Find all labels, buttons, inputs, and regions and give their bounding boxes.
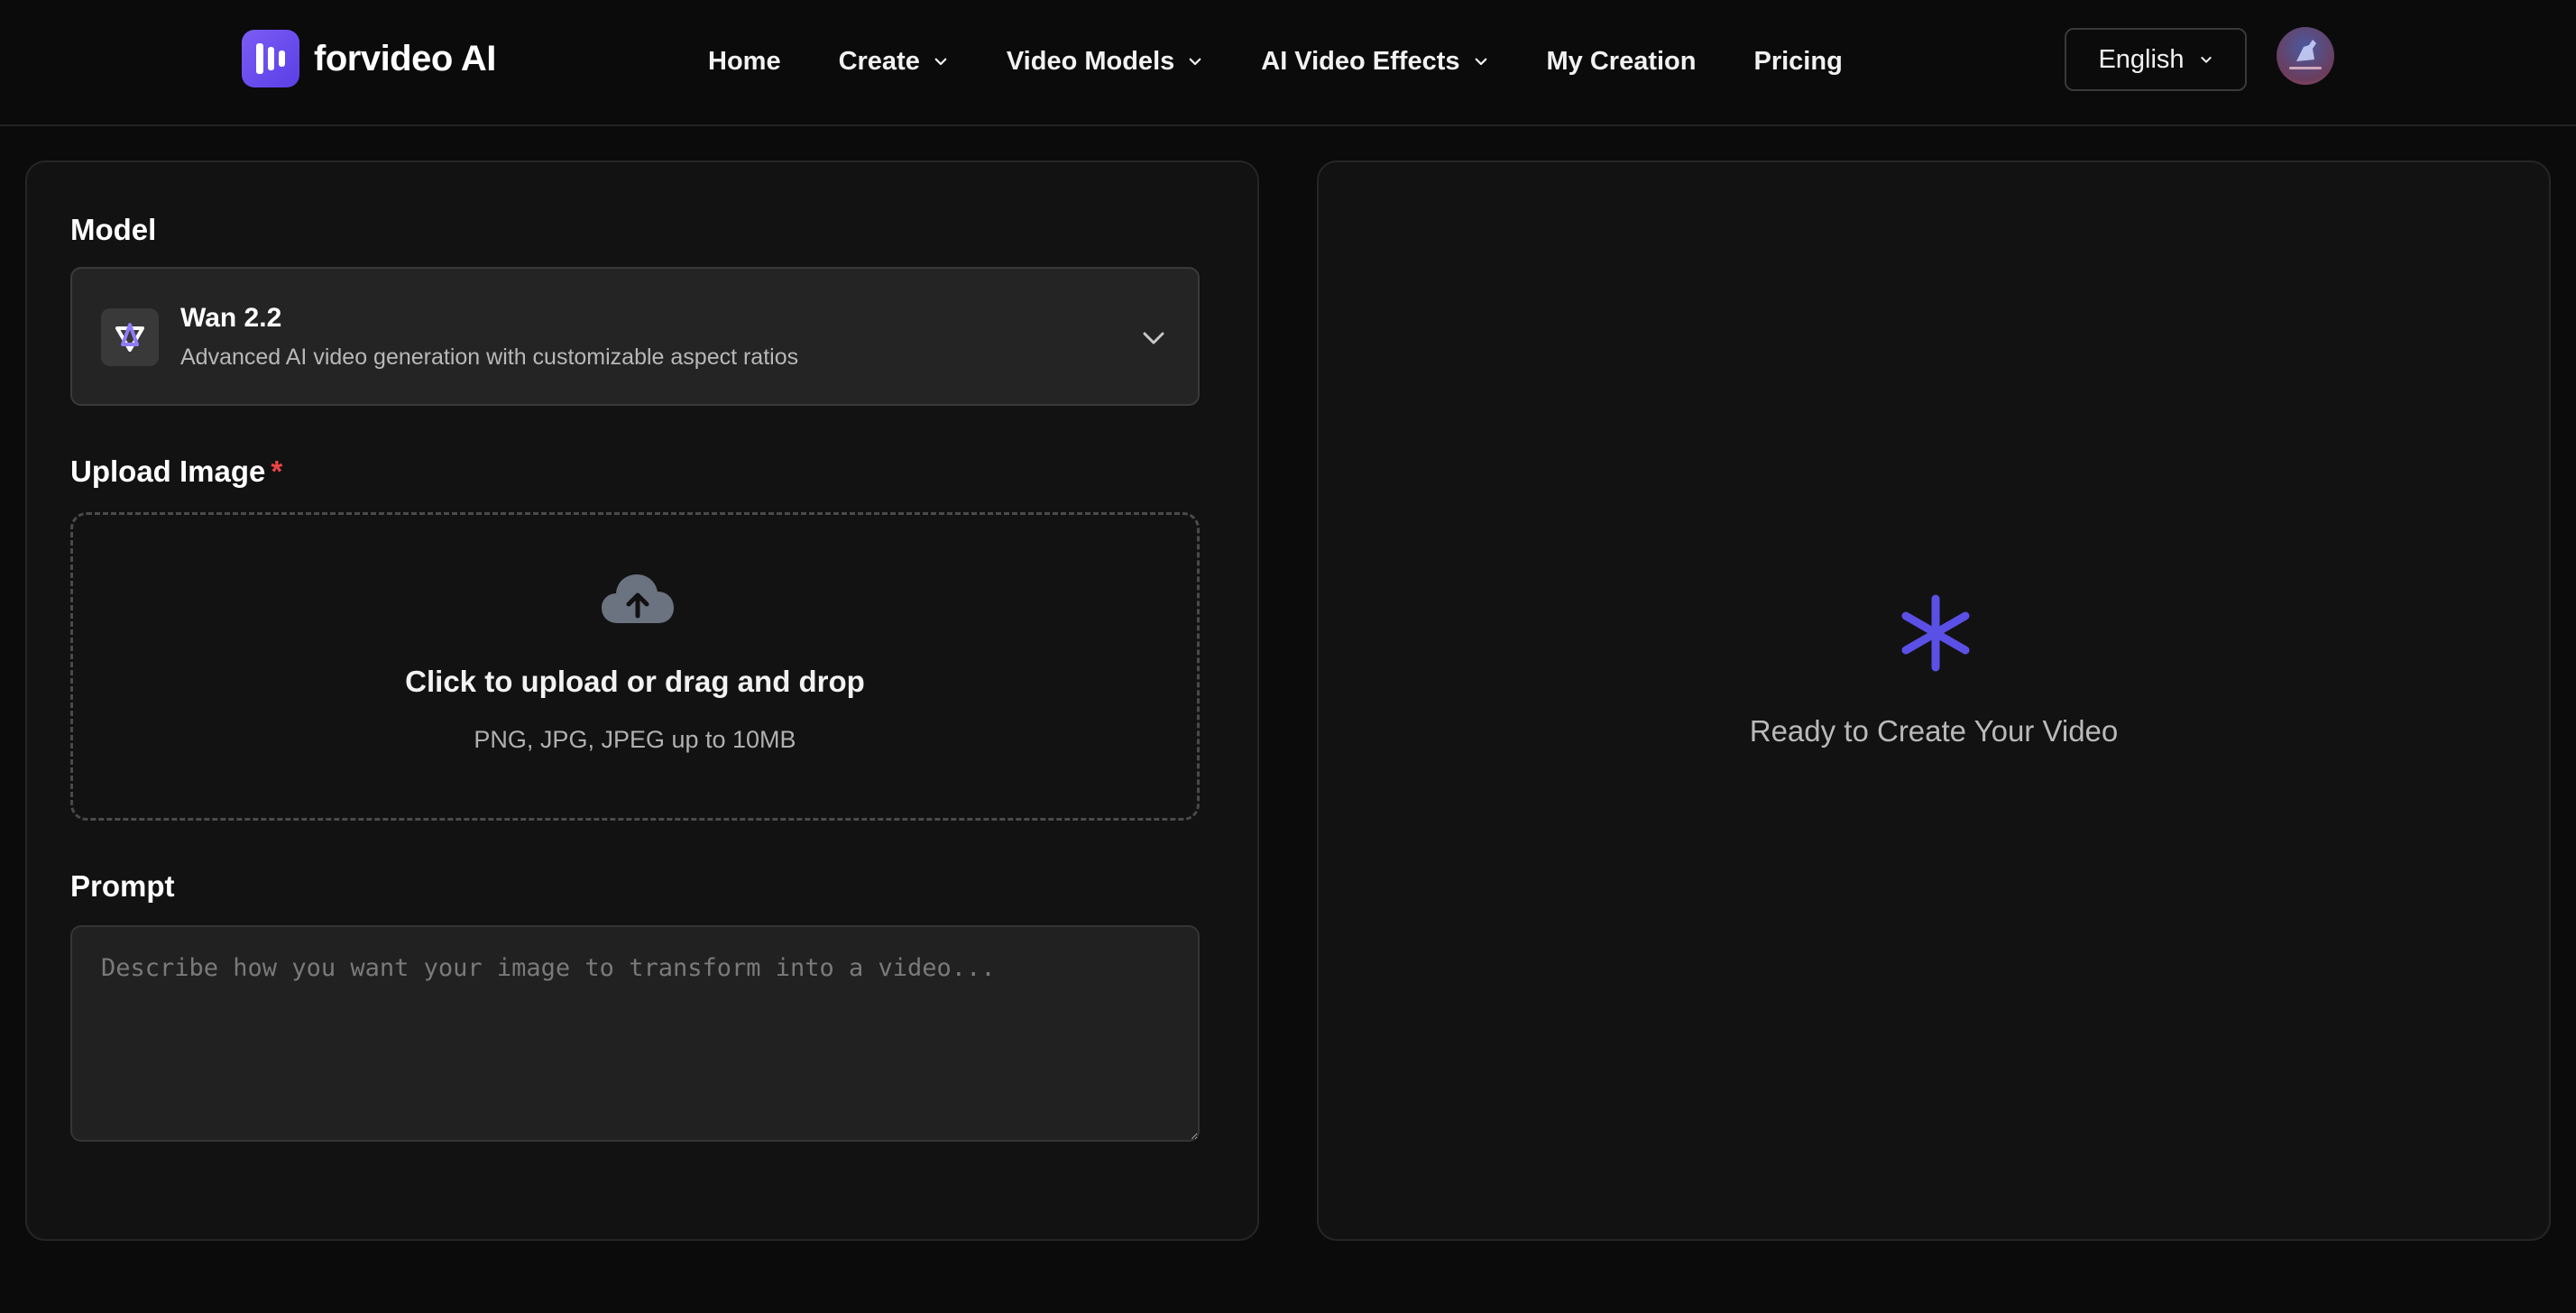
avatar-image-icon: [2289, 40, 2322, 69]
top-header: forvideo AI Home Create Video Models AI …: [0, 0, 2576, 126]
brand-name: forvideo AI: [314, 38, 496, 78]
chevron-down-icon: [2200, 57, 2212, 63]
nav-home[interactable]: Home: [708, 47, 781, 77]
brand-logo[interactable]: forvideo AI: [242, 30, 496, 87]
nav-my-creation[interactable]: My Creation: [1547, 47, 1697, 77]
nav-pricing[interactable]: Pricing: [1753, 47, 1842, 77]
upload-file-hint: PNG, JPG, JPEG up to 10MB: [474, 726, 796, 753]
wan-model-icon: [101, 308, 159, 366]
preview-status-text: Ready to Create Your Video: [1749, 714, 2119, 748]
model-select[interactable]: Wan 2.2 Advanced AI video generation wit…: [70, 267, 1200, 406]
user-avatar[interactable]: [2277, 27, 2334, 85]
nav-video-models[interactable]: Video Models: [1007, 47, 1203, 77]
required-marker: *: [271, 454, 283, 488]
prompt-input[interactable]: [70, 925, 1200, 1142]
chevron-down-icon: [934, 58, 947, 66]
nav-create[interactable]: Create: [839, 47, 949, 77]
logo-icon: [242, 30, 299, 87]
nav-my-creation-label: My Creation: [1546, 46, 1697, 76]
prompt-label: Prompt: [70, 869, 175, 903]
nav-pricing-label: Pricing: [1753, 46, 1843, 76]
upload-title: Click to upload or drag and drop: [405, 665, 865, 698]
nav-ai-video-effects[interactable]: AI Video Effects: [1261, 47, 1488, 77]
chevron-down-icon: [1475, 58, 1486, 66]
video-preview-panel: Ready to Create Your Video: [1317, 161, 2551, 1241]
nav-ai-video-effects-label: AI Video Effects: [1261, 46, 1460, 76]
asterisk-icon: [1901, 594, 1970, 672]
image-upload-dropzone[interactable]: Click to upload or drag and drop PNG, JP…: [70, 512, 1200, 821]
language-label: English: [2098, 44, 2185, 74]
main-nav: Home Create Video Models AI Video Effect…: [708, 36, 1843, 87]
chevron-down-icon: [1143, 332, 1164, 344]
nav-create-label: Create: [838, 46, 920, 76]
upload-image-label: Upload Image *: [70, 454, 282, 489]
cloud-upload-icon: [602, 574, 674, 623]
model-description: Advanced AI video generation with custom…: [180, 344, 799, 370]
generation-form-panel: Model Wan 2.2 Advanced AI video generati…: [25, 161, 1259, 1241]
nav-home-label: Home: [708, 46, 781, 76]
upload-image-label-text: Upload Image: [70, 454, 266, 488]
chevron-down-icon: [1189, 58, 1201, 66]
model-label: Model: [70, 213, 157, 246]
nav-video-models-label: Video Models: [1006, 46, 1175, 76]
language-select[interactable]: English: [2065, 28, 2247, 91]
model-name: Wan 2.2: [180, 303, 282, 333]
